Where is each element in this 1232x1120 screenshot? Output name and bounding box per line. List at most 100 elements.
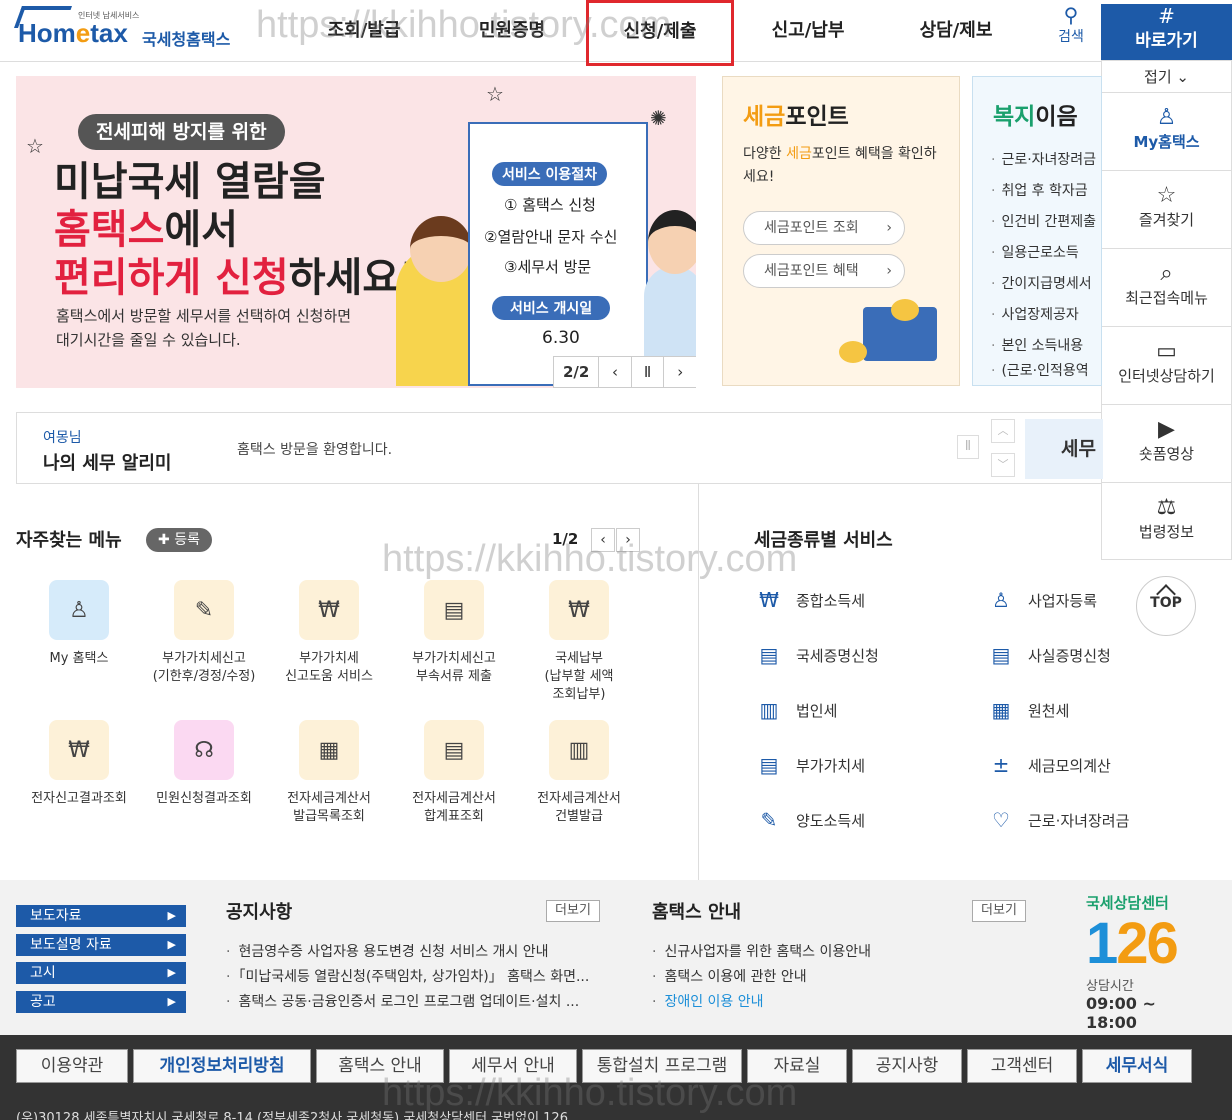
tax-point-title: 세금포인트: [743, 104, 849, 130]
guide-list: 신규사업자를 위한 홈택스 이용안내 홈택스 이용에 관한 안내 장애인 이용 …: [652, 940, 952, 1015]
fold-button[interactable]: 접기 ⌄: [1102, 61, 1231, 93]
quick-law-info[interactable]: ⚖ 법령정보: [1102, 483, 1231, 561]
play-icon: ▶: [1158, 417, 1175, 442]
register-button[interactable]: ✚ 등록: [146, 528, 212, 552]
welfare-item[interactable]: 인건비 간편제출: [991, 207, 1096, 238]
svc-corporate-tax[interactable]: ▥ 법인세: [752, 694, 838, 726]
tax-point-inquiry-button[interactable]: 세금포인트 조회 ›: [743, 211, 905, 245]
quick-online-consult[interactable]: ▭ 인터넷상담하기: [1102, 327, 1231, 405]
banner-pause-button[interactable]: Ⅱ: [632, 357, 665, 387]
notice-item[interactable]: 「미납국세등 열람신청(주택임차, 상가임차)」 홈택스 화면...: [226, 965, 606, 990]
person-icon: ♙: [992, 588, 1010, 612]
fav-e-invoice-list[interactable]: ▦ 전자세금계산서 발급목록조회: [266, 720, 392, 826]
guide-item[interactable]: 홈택스 이용에 관한 안내: [652, 965, 952, 990]
svc-income-tax[interactable]: ₩ 종합소득세: [752, 584, 865, 616]
quick-favorites[interactable]: ☆ 즐겨찾기: [1102, 171, 1231, 249]
footer-archive[interactable]: 자료실: [747, 1049, 847, 1083]
svc-business-registration[interactable]: ♙ 사업자등록: [984, 584, 1097, 616]
welfare-item[interactable]: 간이지급명세서: [991, 269, 1096, 300]
svc-tax-simulation[interactable]: ± 세금모의계산: [984, 749, 1111, 781]
fav-vat-report[interactable]: ✎ 부가가치세신고 (기한후/경정/수정): [141, 580, 267, 686]
laptop-icon: ▭: [1156, 339, 1177, 364]
notice-item[interactable]: 현금영수증 사업자용 용도변경 신청 서비스 개시 안내: [226, 940, 606, 965]
svc-tax-certificate[interactable]: ▤ 국세증명신청: [752, 639, 879, 671]
banner-next-button[interactable]: ›: [664, 357, 696, 387]
search-label: 검색: [1058, 29, 1084, 45]
won-search-icon: ₩: [49, 720, 109, 780]
fav-vat-help[interactable]: ₩ 부가가치세 신고도움 서비스: [266, 580, 392, 686]
svc-withholding-tax[interactable]: ▦ 원천세: [984, 694, 1070, 726]
star-deco-icon: ☆: [486, 82, 504, 106]
quick-link-button[interactable]: # 바로가기: [1101, 4, 1232, 60]
hometax-logo[interactable]: 인터넷 납세서비스 Hometax 국세청홈택스: [13, 4, 254, 56]
quick-my-hometax[interactable]: ♙ My홈택스: [1102, 93, 1231, 171]
fav-e-invoice-sum[interactable]: ▤ 전자세금계산서 합계표조회: [391, 720, 517, 826]
fav-e-report-result[interactable]: ₩ 전자신고결과조회: [16, 720, 142, 808]
tax-point-benefit-button[interactable]: 세금포인트 혜택 ›: [743, 254, 905, 288]
svc-fact-certificate[interactable]: ▤ 사실증명신청: [984, 639, 1111, 671]
notification-button[interactable]: 고시 ▶: [16, 962, 186, 984]
process-step-3: ③세무서 방문: [504, 258, 592, 276]
favorites-prev-button[interactable]: ‹: [591, 528, 615, 552]
notice-item[interactable]: 홈택스 공동·금융인증서 로그인 프로그램 업데이트·설치 ...: [226, 990, 606, 1015]
footer-tax-forms[interactable]: 세무서식: [1082, 1049, 1192, 1083]
svc-transfer-tax[interactable]: ✎ 양도소득세: [752, 804, 865, 836]
svc-vat[interactable]: ▤ 부가가치세: [752, 749, 865, 781]
process-step-1: ① 홈택스 신청: [504, 196, 596, 214]
vat-icon: ✎: [174, 580, 234, 640]
scroll-top-button[interactable]: TOP: [1136, 576, 1196, 636]
footer-customer-center[interactable]: 고객센터: [967, 1049, 1077, 1083]
banner-prev-button[interactable]: ‹: [599, 357, 632, 387]
nav-consult[interactable]: 상담/제보: [882, 0, 1030, 62]
nav-report-payment[interactable]: 신고/납부: [734, 0, 882, 62]
document-icon: ▤: [991, 643, 1011, 667]
header: 인터넷 납세서비스 Hometax 국세청홈택스 조회/발급 민원증명 신청/제…: [0, 0, 1232, 66]
footer-notice[interactable]: 공지사항: [852, 1049, 962, 1083]
welfare-item[interactable]: 본인 소득내용: [991, 331, 1096, 362]
section-divider: [698, 484, 699, 880]
notice-more-button[interactable]: 더보기: [546, 900, 600, 922]
fav-vat-attachment[interactable]: ▤ 부가가치세신고 부속서류 제출: [391, 580, 517, 686]
footer-hometax-guide[interactable]: 홈택스 안내: [316, 1049, 444, 1083]
svc-earned-income-credit[interactable]: ♡ 근로·자녀장려금: [984, 804, 1129, 836]
coin-icon: [839, 341, 867, 363]
alarm-down-button[interactable]: ﹀: [991, 453, 1015, 477]
tax-point-card: 세금포인트 다양한 세금포인트 혜택을 확인하세요! 세금포인트 조회 › 세금포…: [722, 76, 960, 386]
quick-recent-menu[interactable]: ⌕ 최근접속메뉴: [1102, 249, 1231, 327]
guide-item[interactable]: 신규사업자를 위한 홈택스 이용안내: [652, 940, 952, 965]
fav-e-invoice-issue[interactable]: ▥ 전자세금계산서 건별발급: [516, 720, 642, 826]
footer-terms[interactable]: 이용약관: [16, 1049, 128, 1083]
nav-inquiry[interactable]: 조회/발급: [290, 0, 438, 62]
welfare-item[interactable]: (근로·인적용역: [991, 362, 1096, 380]
nav-certificate[interactable]: 민원증명: [438, 0, 586, 62]
welfare-item[interactable]: 일용근로소득: [991, 238, 1096, 269]
footer-tax-office[interactable]: 세무서 안내: [449, 1049, 577, 1083]
press-explanation-button[interactable]: 보도설명 자료 ▶: [16, 934, 186, 956]
search-button[interactable]: ⚲ 검색: [1046, 4, 1096, 54]
fav-tax-payment[interactable]: ₩ 국세납부 (납부할 세액 조회납부): [516, 580, 642, 704]
fav-civil-result[interactable]: ☊ 민원신청결과조회: [141, 720, 267, 808]
alarm-pause-button[interactable]: Ⅱ: [957, 435, 979, 459]
accessibility-link[interactable]: 장애인 이용 안내: [652, 990, 952, 1015]
welfare-item[interactable]: 근로·자녀장려금: [991, 145, 1096, 176]
welfare-item[interactable]: 사업장제공자: [991, 300, 1096, 331]
consult-center[interactable]: 국세상담센터 126 상담시간 09:00 ~ 18:00: [1086, 892, 1206, 1032]
press-release-button[interactable]: 보도자료 ▶: [16, 905, 186, 927]
quick-shortform-video[interactable]: ▶ 숏폼영상: [1102, 405, 1231, 483]
fav-my-hometax[interactable]: ♙ My 홈택스: [16, 580, 142, 668]
favorites-next-button[interactable]: ›: [616, 528, 640, 552]
hours-label: 상담시간: [1086, 979, 1134, 994]
guide-more-button[interactable]: 더보기: [972, 900, 1026, 922]
notice-list: 현금영수증 사업자용 용도변경 신청 서비스 개시 안내 「미납국세등 열람신청…: [226, 940, 606, 1015]
footer-install-program[interactable]: 통합설치 프로그램: [582, 1049, 742, 1083]
welfare-item[interactable]: 취업 후 학자금: [991, 176, 1096, 207]
tax-button[interactable]: 세무: [1025, 419, 1103, 479]
process-title: 서비스 이용절차: [492, 162, 608, 186]
footer-privacy[interactable]: 개인정보처리방침: [133, 1049, 311, 1083]
start-title: 서비스 개시일: [492, 296, 611, 320]
main-banner[interactable]: ☆ ☆ ✺ 전세피해 방지를 위한 미납국세 열람을 홈택스에서 편리하게 신청…: [16, 76, 696, 388]
alarm-up-button[interactable]: ︿: [991, 419, 1015, 443]
banner-controls: 2/2 ‹ Ⅱ ›: [553, 356, 696, 388]
nav-application[interactable]: 신청/제출: [586, 0, 734, 66]
announcement-button[interactable]: 공고 ▶: [16, 991, 186, 1013]
